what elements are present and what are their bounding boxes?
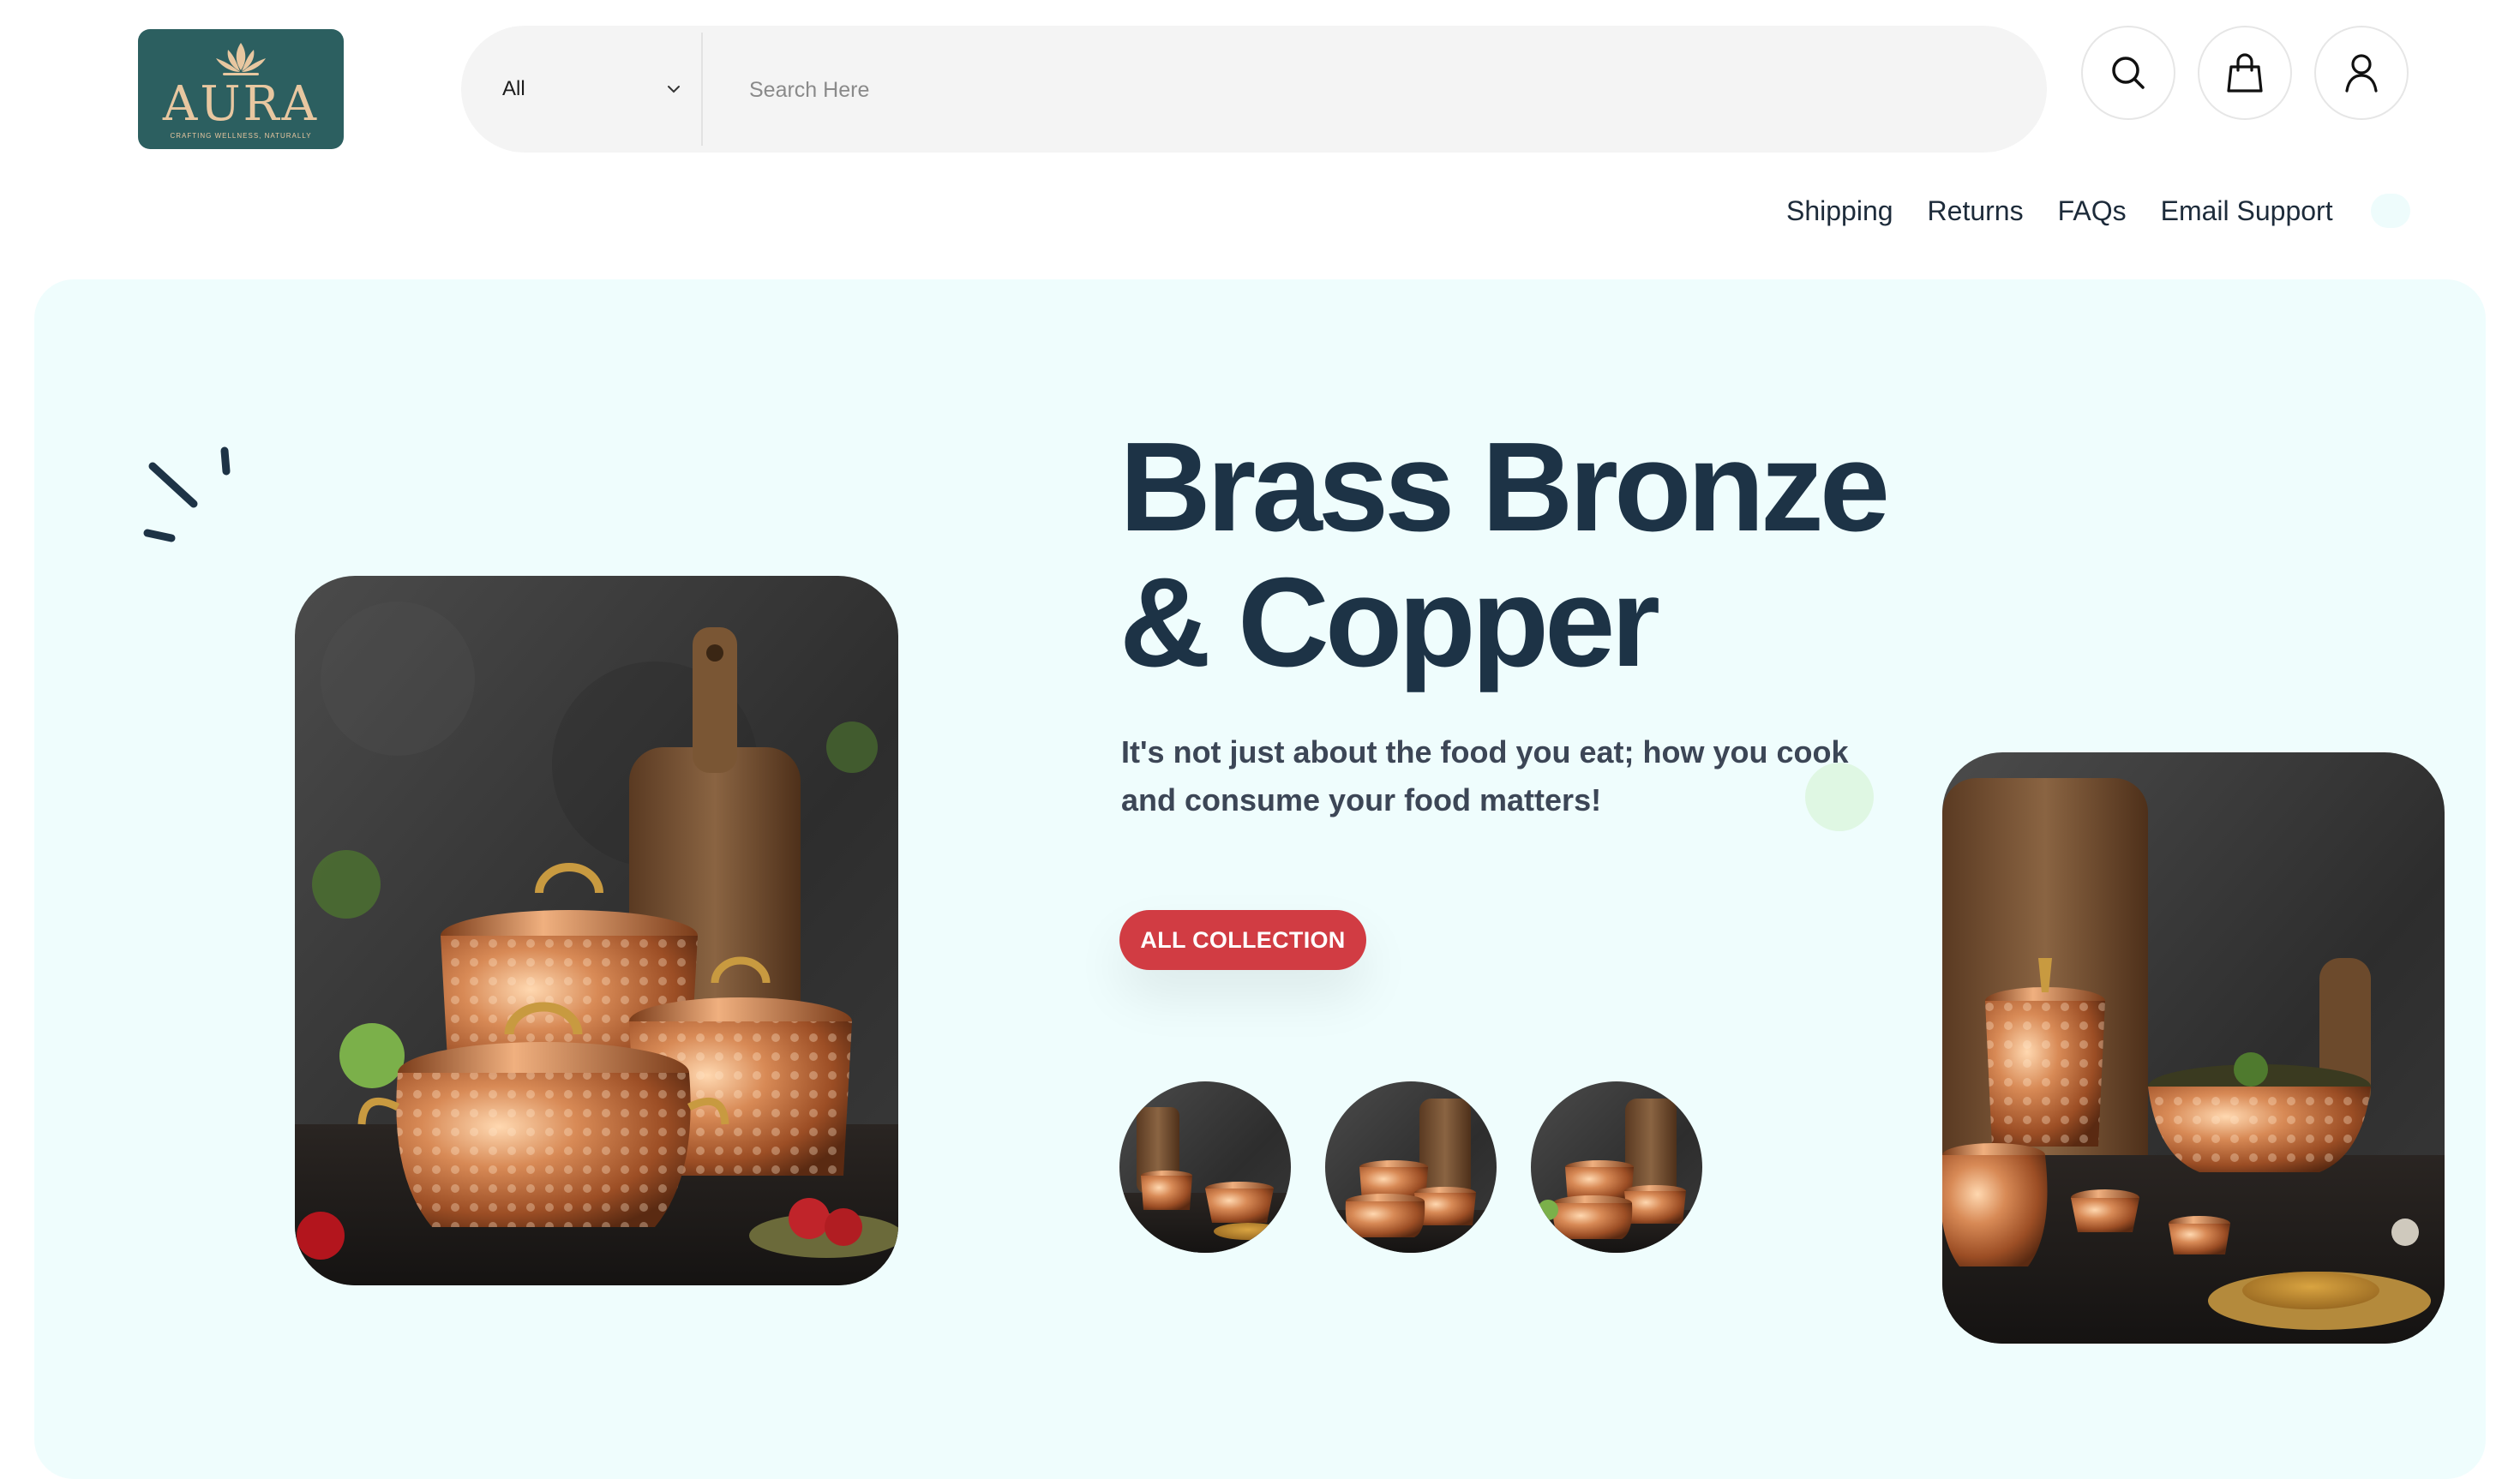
product-thumbnail-2[interactable] — [1325, 1081, 1497, 1253]
category-selected-value: All — [502, 77, 525, 100]
hero-product-image-left — [295, 576, 898, 1285]
cart-button[interactable] — [2198, 26, 2292, 120]
sparkle-decoration-icon — [143, 446, 231, 542]
decorative-dot — [1805, 763, 1874, 831]
search-button[interactable] — [2081, 26, 2175, 120]
copper-cookware-spread-illustration — [1942, 752, 2445, 1344]
top-nav: Shipping Returns FAQs Email Support — [1786, 192, 2367, 230]
shopping-bag-icon — [2227, 53, 2263, 93]
copper-cookware-thumb-3 — [1531, 1081, 1702, 1253]
nav-returns-link[interactable]: Returns — [1928, 195, 2024, 227]
copper-pots-illustration — [295, 576, 898, 1285]
hero-title-line-2: & Copper — [1119, 552, 1660, 693]
all-collection-button[interactable]: ALL COLLECTION — [1119, 910, 1366, 970]
hero-title: Brass Bronze & Copper — [1119, 420, 1977, 691]
logo-tagline: CRAFTING WELLNESS, NATURALLY — [170, 131, 312, 140]
user-icon — [2345, 54, 2378, 93]
search-input[interactable] — [718, 55, 2037, 125]
nav-faqs-link[interactable]: FAQs — [2058, 195, 2127, 227]
product-thumbnail-1[interactable] — [1119, 1081, 1291, 1253]
lotus-icon — [216, 42, 266, 75]
aura-logo[interactable]: AURA CRAFTING WELLNESS, NATURALLY — [138, 29, 344, 149]
account-button[interactable] — [2314, 26, 2409, 120]
copper-cookware-thumb-1 — [1119, 1081, 1291, 1253]
hero-subtitle: It's not just about the food you eat; ho… — [1121, 734, 1849, 817]
search-divider — [701, 33, 703, 146]
category-select[interactable]: All — [461, 26, 701, 153]
hero-product-image-right — [1942, 752, 2445, 1344]
chevron-down-icon — [668, 86, 680, 93]
copper-cookware-thumb-2 — [1325, 1081, 1497, 1253]
product-thumbnail-3[interactable] — [1531, 1081, 1702, 1253]
logo-brand-text: AURA — [162, 75, 320, 132]
nav-shipping-link[interactable]: Shipping — [1786, 195, 1893, 227]
search-bar: All — [461, 26, 2047, 153]
nav-toggle-pill[interactable] — [2371, 194, 2410, 228]
hero-title-line-1: Brass Bronze — [1119, 416, 1890, 558]
nav-email-support-link[interactable]: Email Support — [2161, 195, 2333, 227]
search-icon — [2112, 57, 2145, 89]
